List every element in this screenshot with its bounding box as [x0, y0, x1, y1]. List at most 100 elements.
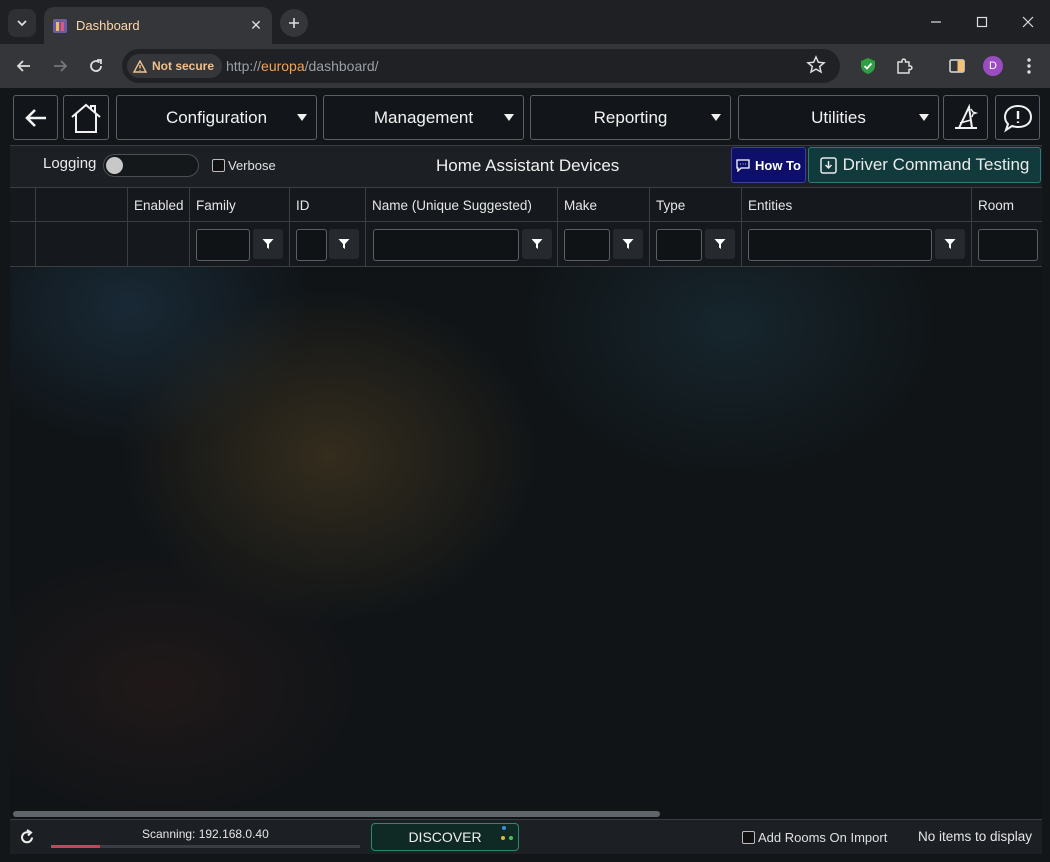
- column-header-name: Name (Unique Suggested): [372, 198, 532, 213]
- close-icon: [1022, 16, 1034, 28]
- make-filter-input[interactable]: [564, 229, 610, 261]
- name-filter-button[interactable]: [522, 229, 552, 259]
- column-header-family: Family: [196, 198, 236, 213]
- tab-title: Dashboard: [76, 18, 140, 33]
- minimize-button[interactable]: [913, 0, 959, 44]
- how-to-label: How To: [755, 157, 801, 173]
- how-to-button[interactable]: How To: [731, 147, 806, 183]
- side-panel-icon[interactable]: [946, 55, 968, 77]
- column-name[interactable]: Name (Unique Suggested): [366, 188, 558, 267]
- menu-management[interactable]: Management: [323, 95, 524, 140]
- loading-dot: [502, 826, 506, 830]
- add-rooms-checkbox[interactable]: [742, 831, 755, 844]
- url-scheme: http://: [226, 58, 262, 74]
- discover-label: DISCOVER: [408, 829, 482, 845]
- column-family[interactable]: Family: [190, 188, 290, 267]
- logging-label: Logging: [43, 155, 97, 172]
- scan-progress-fill: [51, 845, 101, 848]
- security-chip[interactable]: Not secure: [127, 54, 223, 78]
- family-filter-button[interactable]: [253, 229, 283, 259]
- column-id[interactable]: ID: [290, 188, 366, 267]
- name-filter-input[interactable]: [373, 229, 519, 261]
- reload-icon: [90, 59, 102, 72]
- new-tab-button[interactable]: [280, 9, 308, 37]
- home-button[interactable]: [63, 95, 109, 140]
- column-enabled[interactable]: Enabled: [128, 188, 190, 267]
- loading-dots-icon: [501, 826, 515, 846]
- room-filter-input[interactable]: [978, 229, 1038, 261]
- close-icon[interactable]: ✕: [246, 16, 266, 36]
- filter-icon: [622, 239, 634, 249]
- make-filter-button[interactable]: [613, 229, 643, 259]
- column-header-room: Room: [978, 198, 1015, 213]
- menu-utilities-label: Utilities: [811, 107, 866, 127]
- chevron-down-icon: [17, 20, 27, 27]
- add-rooms-label: Add Rooms On Import: [758, 830, 888, 845]
- forward-button[interactable]: [46, 52, 74, 80]
- menu-reporting-label: Reporting: [593, 107, 668, 127]
- column-make[interactable]: Make: [558, 188, 650, 267]
- window-close-button[interactable]: [1005, 0, 1050, 44]
- column-entities[interactable]: Entities: [742, 188, 972, 267]
- id-filter-button[interactable]: [329, 229, 359, 259]
- url-host: europa: [261, 58, 305, 74]
- security-chip-label: Not secure: [152, 59, 215, 73]
- back-button[interactable]: [10, 52, 38, 80]
- alert-bubble-icon: [1003, 104, 1032, 132]
- grid-status-text: No items to display: [918, 829, 1033, 844]
- warning-icon: [133, 59, 147, 73]
- column-select: [36, 188, 128, 267]
- wizard-button[interactable]: [943, 95, 988, 140]
- verbose-checkbox[interactable]: [212, 159, 225, 172]
- arrow-left-icon: [24, 108, 46, 127]
- column-header-id: ID: [296, 198, 310, 213]
- column-type[interactable]: Type: [650, 188, 742, 267]
- menu-reporting[interactable]: Reporting: [530, 95, 731, 140]
- scanning-status: Scanning: 192.168.0.40: [142, 827, 269, 841]
- grid-empty-area: [10, 266, 1042, 819]
- refresh-button[interactable]: [19, 829, 35, 850]
- verbose-label: Verbose: [228, 158, 276, 173]
- caret-down-icon: [504, 114, 514, 121]
- home-icon: [71, 103, 101, 133]
- wizard-hat-icon: [954, 103, 978, 129]
- entities-filter-button[interactable]: [935, 229, 965, 259]
- maximize-icon: [976, 16, 988, 28]
- bookmark-star-icon[interactable]: [806, 55, 826, 80]
- column-room[interactable]: Room: [972, 188, 1042, 267]
- family-filter-input[interactable]: [196, 229, 250, 261]
- logging-toggle[interactable]: [103, 154, 199, 177]
- maximize-button[interactable]: [959, 0, 1005, 44]
- menu-management-label: Management: [373, 107, 474, 127]
- type-filter-button[interactable]: [705, 229, 735, 259]
- type-filter-input[interactable]: [656, 229, 702, 261]
- scan-progress-bar: [51, 845, 360, 848]
- column-header-entities: Entities: [748, 198, 793, 213]
- arrow-right-icon: [54, 60, 68, 72]
- plus-icon: [289, 18, 299, 28]
- caret-down-icon: [711, 114, 721, 121]
- feedback-button[interactable]: [995, 95, 1040, 140]
- reload-button[interactable]: [82, 52, 110, 80]
- menu-configuration[interactable]: Configuration: [116, 95, 317, 140]
- shield-extension-icon[interactable]: [857, 55, 879, 77]
- browser-tab-dashboard[interactable]: Dashboard ✕: [44, 7, 272, 44]
- column-expander: [10, 188, 36, 267]
- filter-icon: [944, 239, 956, 249]
- url-text[interactable]: http://europa/dashboard/: [226, 58, 379, 74]
- kebab-menu-icon[interactable]: [1018, 55, 1040, 77]
- tab-search-button[interactable]: [8, 9, 36, 37]
- puzzle-extensions-icon[interactable]: [893, 55, 915, 77]
- minimize-icon: [931, 21, 941, 23]
- horizontal-scrollbar[interactable]: [13, 811, 660, 817]
- column-header-make: Make: [564, 198, 598, 213]
- id-filter-input[interactable]: [296, 229, 327, 261]
- filter-icon: [531, 239, 543, 249]
- entities-filter-input[interactable]: [748, 229, 932, 261]
- back-nav-button[interactable]: [13, 95, 58, 140]
- menu-utilities[interactable]: Utilities: [738, 95, 939, 140]
- discover-button[interactable]: DISCOVER: [371, 823, 519, 851]
- driver-command-testing-button[interactable]: Driver Command Testing: [808, 147, 1041, 183]
- filter-icon: [714, 239, 726, 249]
- profile-avatar[interactable]: D: [983, 56, 1003, 76]
